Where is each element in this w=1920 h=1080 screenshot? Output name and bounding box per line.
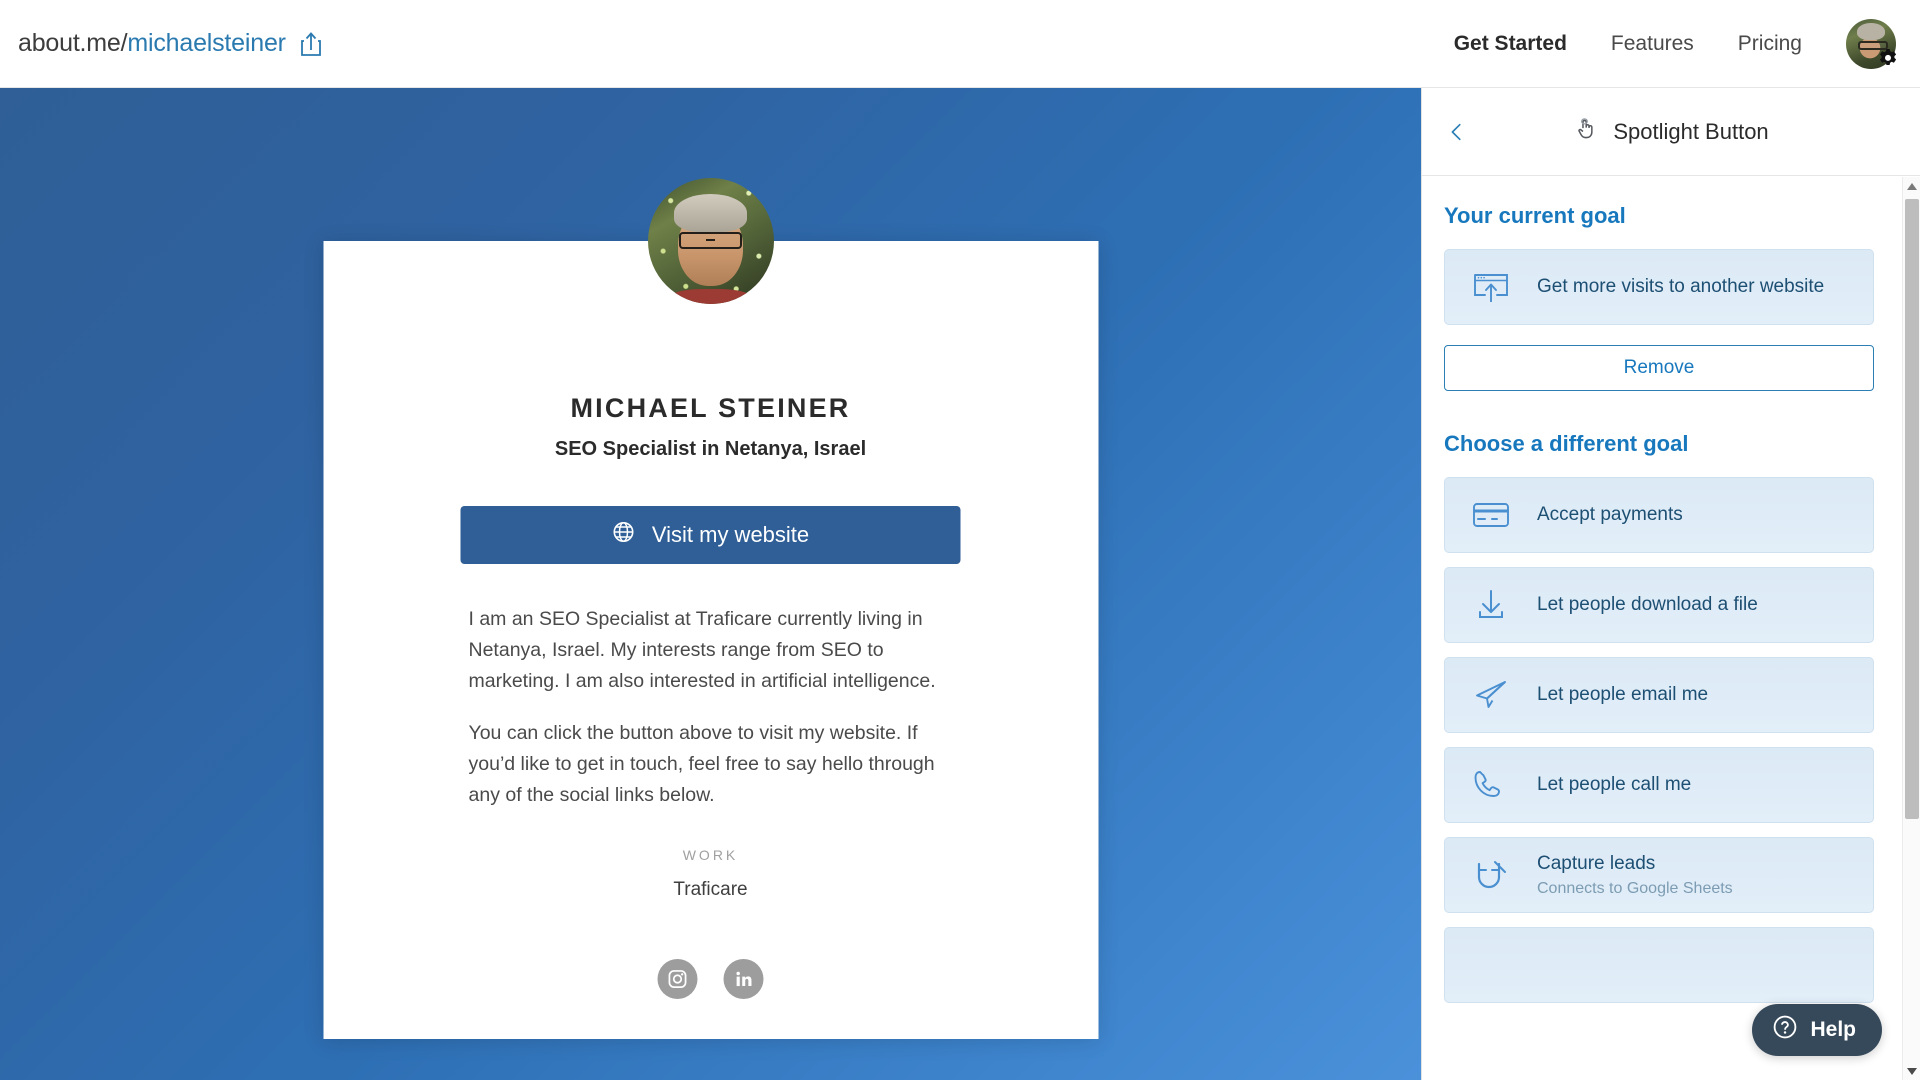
spotlight-sidebar: Spotlight Button Your current goal Get m… xyxy=(1421,88,1920,1080)
top-navigation-bar: about.me/michaelsteiner Get Started Feat… xyxy=(0,0,1920,88)
help-button[interactable]: Help xyxy=(1752,1004,1882,1056)
remove-goal-button[interactable]: Remove xyxy=(1444,345,1874,391)
profile-card: MICHAEL STEINER SEO Specialist in Netany… xyxy=(323,241,1098,1039)
goal-text-accept-payments: Accept payments xyxy=(1537,503,1683,527)
current-goal-label: Get more visits to another website xyxy=(1537,275,1825,297)
avatar-hair xyxy=(673,194,748,233)
visit-website-label: Visit my website xyxy=(651,522,810,547)
profile-preview-stage: MICHAEL STEINER SEO Specialist in Netany… xyxy=(0,88,1421,1080)
paper-plane-icon xyxy=(1471,675,1511,715)
profile-tagline: SEO Specialist in Netanya, Israel xyxy=(554,438,867,460)
credit-card-icon xyxy=(1471,495,1511,535)
profile-name: MICHAEL STEINER xyxy=(570,393,851,423)
goal-sub-capture-leads: Connects to Google Sheets xyxy=(1537,879,1733,897)
profile-avatar xyxy=(647,178,774,304)
phone-icon xyxy=(1471,765,1511,805)
current-goal-text: Get more visits to another website xyxy=(1537,275,1824,299)
scrollbar-thumb[interactable] xyxy=(1905,199,1919,819)
goal-option-email-me[interactable]: Let people email me xyxy=(1444,657,1874,733)
sidebar-content: Your current goal Get more visits to ano… xyxy=(1422,177,1903,1080)
goal-option-partial-next[interactable] xyxy=(1444,927,1874,1003)
goal-label-accept-payments: Accept payments xyxy=(1537,503,1683,525)
choose-goal-heading: Choose a different goal xyxy=(1444,431,1689,456)
gear-icon[interactable] xyxy=(1876,47,1900,71)
magnet-icon xyxy=(1471,855,1511,895)
instagram-icon[interactable] xyxy=(657,958,698,999)
visit-website-button[interactable]: Visit my website xyxy=(460,506,961,564)
goal-label-capture-leads: Capture leads xyxy=(1537,853,1656,875)
globe-icon xyxy=(612,520,636,550)
goal-label-download-file: Let people download a file xyxy=(1537,593,1758,615)
current-goal-heading: Your current goal xyxy=(1444,203,1626,228)
scroll-up-arrow-icon[interactable] xyxy=(1903,177,1920,195)
bio-paragraph-1: I am an SEO Specialist at Traficare curr… xyxy=(468,608,936,692)
avatar-glasses xyxy=(679,232,742,249)
goal-text-call-me: Let people call me xyxy=(1537,773,1691,797)
goal-option-accept-payments[interactable]: Accept payments xyxy=(1444,477,1874,553)
goal-label-call-me: Let people call me xyxy=(1537,773,1692,795)
sidebar-scrollbar[interactable] xyxy=(1902,177,1920,1080)
nav-link-get-started[interactable]: Get Started xyxy=(1454,32,1567,56)
goal-text-email-me: Let people email me xyxy=(1537,683,1708,707)
profile-bio: I am an SEO Specialist at Traficare curr… xyxy=(469,604,953,811)
share-upload-icon[interactable] xyxy=(300,31,322,57)
chevron-left-icon[interactable] xyxy=(1446,121,1468,143)
linkedin-icon[interactable] xyxy=(723,958,764,999)
social-links xyxy=(323,958,1098,999)
bio-paragraph-2: You can click the button above to visit … xyxy=(468,722,935,806)
browser-upload-icon xyxy=(1471,267,1511,307)
nav-links-group: Get Started Features Pricing xyxy=(1454,18,1897,69)
sidebar-header: Spotlight Button xyxy=(1422,88,1920,176)
goal-label-email-me: Let people email me xyxy=(1537,683,1709,705)
brand-url-prefix: about.me/ xyxy=(18,29,128,57)
brand-url[interactable]: about.me/michaelsteiner xyxy=(18,29,286,58)
help-label: Help xyxy=(1810,1018,1856,1041)
work-company-name: Traficare xyxy=(673,878,748,900)
goal-option-capture-leads[interactable]: Capture leads Connects to Google Sheets xyxy=(1444,837,1874,913)
avatar-shirt xyxy=(670,288,751,304)
goal-option-call-me[interactable]: Let people call me xyxy=(1444,747,1874,823)
click-hand-icon xyxy=(1573,116,1599,148)
download-arrow-icon xyxy=(1471,585,1511,625)
goal-text-capture-leads: Capture leads Connects to Google Sheets xyxy=(1537,852,1733,897)
account-menu[interactable] xyxy=(1846,18,1897,69)
brand-url-handle: michaelsteiner xyxy=(127,29,286,57)
goal-option-download-file[interactable]: Let people download a file xyxy=(1444,567,1874,643)
scroll-down-arrow-icon[interactable] xyxy=(1903,1062,1920,1080)
nav-link-features[interactable]: Features xyxy=(1611,32,1694,56)
sidebar-title-group: Spotlight Button xyxy=(1573,116,1769,148)
goal-text-download-file: Let people download a file xyxy=(1537,593,1758,617)
current-goal-card[interactable]: Get more visits to another website xyxy=(1444,249,1874,325)
sidebar-title: Spotlight Button xyxy=(1613,118,1769,144)
nav-link-pricing[interactable]: Pricing xyxy=(1738,32,1802,56)
work-section-label: WORK xyxy=(682,846,739,863)
question-circle-icon xyxy=(1772,1014,1798,1046)
